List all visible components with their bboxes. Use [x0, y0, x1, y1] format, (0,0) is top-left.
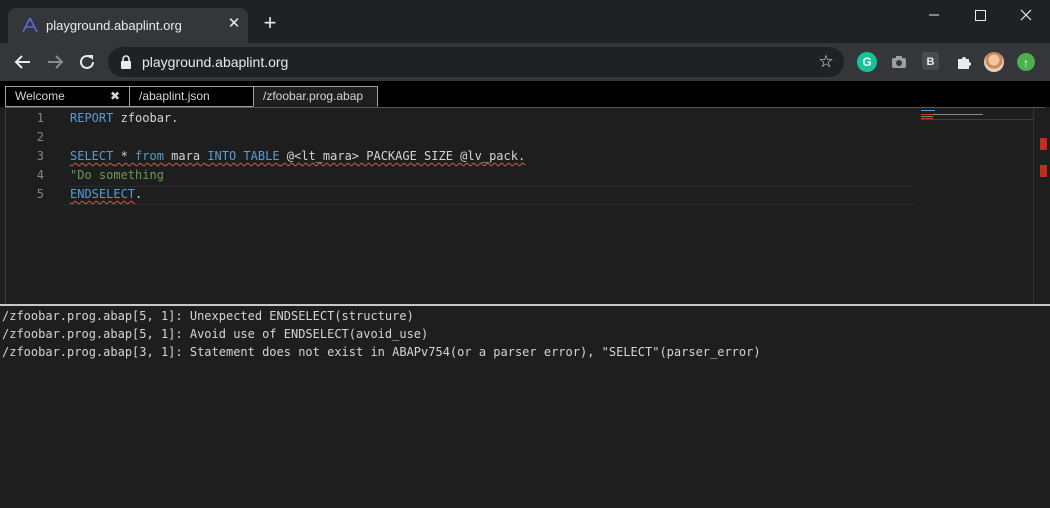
browser-tab[interactable]: playground.abaplint.org ✕ — [8, 8, 248, 43]
forward-icon[interactable] — [43, 50, 67, 74]
camera-icon[interactable] — [889, 52, 909, 72]
line-number: 2 — [36, 130, 44, 144]
avatar[interactable] — [984, 52, 1004, 72]
tab-label: /zfoobar.prog.abap — [263, 89, 364, 103]
star-icon[interactable]: ☆ — [816, 52, 836, 72]
tab-zfoobar-prog[interactable]: /zfoobar.prog.abap — [253, 86, 378, 107]
scrollbar[interactable] — [1033, 108, 1047, 304]
code-text: . — [135, 187, 143, 201]
minimap[interactable] — [921, 110, 1033, 124]
close-icon[interactable]: ✖ — [110, 87, 120, 106]
line-number: 4 — [36, 168, 44, 182]
editor-tabs: Welcome ✖ /abaplint.json /zfoobar.prog.a… — [0, 81, 1050, 107]
keyword: ENDSELECT — [70, 187, 136, 201]
error-marker — [1040, 165, 1047, 177]
problem-item[interactable]: /zfoobar.prog.abap[5, 1]: Unexpected END… — [2, 309, 414, 323]
code-text: * — [113, 149, 136, 163]
reload-icon[interactable] — [75, 50, 99, 74]
url-text: playground.abaplint.org — [142, 54, 289, 70]
code-line-5: ENDSELECT. — [70, 187, 142, 201]
code-text: @<lt_mara> PACKAGE SIZE @lv_pack. — [279, 149, 526, 163]
tab-title: playground.abaplint.org — [46, 18, 182, 33]
line-number: 3 — [36, 149, 44, 163]
code-line-1: REPORT zfoobar. — [70, 111, 178, 125]
error-span: SELECT * from mara INTO TABLE @<lt_mara>… — [70, 149, 525, 163]
line-number: 1 — [36, 111, 44, 125]
code-text: mara — [163, 149, 208, 163]
browser-titlebar: playground.abaplint.org ✕ + — [0, 0, 1050, 43]
code-line-3: SELECT * from mara INTO TABLE @<lt_mara>… — [70, 149, 525, 163]
plus-icon[interactable]: + — [260, 12, 280, 34]
line-gutter: 1 2 3 4 5 — [6, 108, 56, 304]
minimize-icon[interactable] — [911, 4, 957, 26]
lock-icon — [121, 55, 131, 69]
current-line-highlight — [62, 186, 915, 205]
keyword: REPORT — [70, 111, 114, 125]
line-number: 5 — [36, 187, 44, 201]
error-marker — [1040, 138, 1047, 150]
browser-toolbar: playground.abaplint.org ☆ G B ↑ — [0, 43, 1050, 81]
problem-item[interactable]: /zfoobar.prog.abap[5, 1]: Avoid use of E… — [2, 327, 428, 341]
puzzle-icon[interactable] — [954, 52, 974, 72]
problem-item[interactable]: /zfoobar.prog.abap[3, 1]: Statement does… — [2, 345, 761, 359]
playground-page: Welcome ✖ /abaplint.json /zfoobar.prog.a… — [0, 81, 1050, 508]
maximize-icon[interactable] — [957, 4, 1003, 26]
code-line-4: "Do something — [70, 168, 164, 182]
keyword: INTO TABLE — [207, 149, 280, 163]
tab-label: /abaplint.json — [139, 89, 210, 103]
problems-panel: /zfoobar.prog.abap[5, 1]: Unexpected END… — [0, 306, 1050, 508]
tab-abaplint-json[interactable]: /abaplint.json — [129, 86, 254, 107]
keyword: SELECT — [70, 149, 114, 163]
window-close-icon[interactable] — [1003, 4, 1049, 26]
close-icon[interactable]: ✕ — [226, 15, 242, 33]
abaplint-favicon — [22, 17, 38, 33]
code-text: zfoobar. — [113, 111, 179, 125]
keyword: from — [135, 149, 164, 163]
back-icon[interactable] — [11, 50, 35, 74]
tab-label: Welcome — [15, 89, 65, 103]
address-bar[interactable]: playground.abaplint.org ☆ — [108, 47, 844, 77]
update-icon[interactable]: ↑ — [1017, 53, 1035, 71]
b-extension-icon[interactable]: B — [922, 52, 939, 70]
tab-welcome[interactable]: Welcome ✖ — [5, 86, 130, 107]
grammarly-icon[interactable]: G — [857, 52, 877, 72]
code-editor[interactable]: 1 2 3 4 5 REPORT zfoobar. SELECT * from … — [5, 107, 1047, 304]
